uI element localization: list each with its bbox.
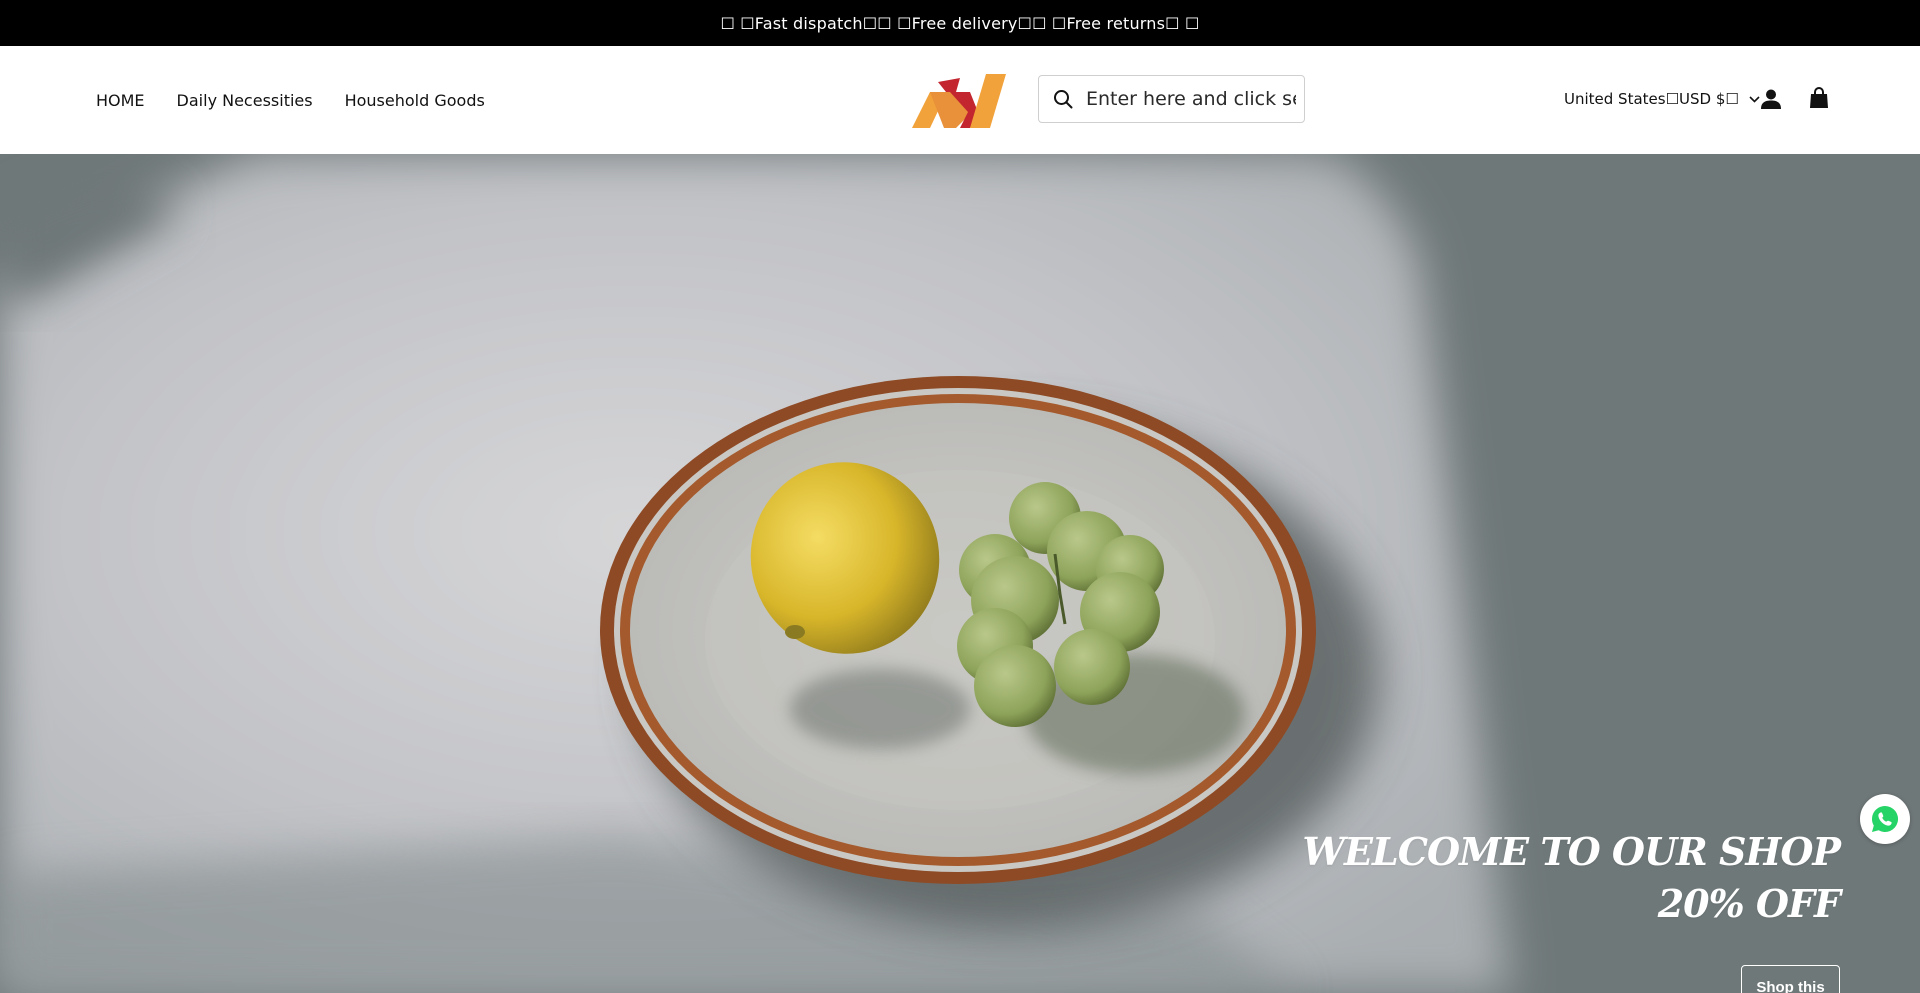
search-icon[interactable] bbox=[1053, 89, 1073, 109]
nav-item-household-goods[interactable]: Household Goods bbox=[345, 91, 485, 110]
hero-heading-line-1: WELCOME TO OUR SHOP bbox=[1302, 829, 1841, 874]
cart-icon[interactable] bbox=[1809, 87, 1829, 109]
hero-heading: WELCOME TO OUR SHOP 20% OFF bbox=[1302, 826, 1841, 930]
site-header: HOME Daily Necessities Household Goods U… bbox=[0, 46, 1920, 154]
announcement-text: ☐ ☐Fast dispatch☐☐ ☐Free delivery☐☐ ☐Fre… bbox=[720, 13, 1200, 33]
main-nav: HOME Daily Necessities Household Goods bbox=[96, 46, 517, 154]
chevron-down-icon bbox=[1749, 95, 1760, 103]
announcement-bar: ☐ ☐Fast dispatch☐☐ ☐Free delivery☐☐ ☐Fre… bbox=[0, 0, 1920, 46]
account-icon[interactable] bbox=[1760, 88, 1782, 110]
whatsapp-chat-button[interactable] bbox=[1860, 794, 1910, 844]
shop-this-button[interactable]: Shop this bbox=[1741, 965, 1840, 993]
hero-heading-line-2: 20% OFF bbox=[1657, 881, 1841, 926]
nav-item-daily-necessities[interactable]: Daily Necessities bbox=[177, 91, 313, 110]
search-input[interactable] bbox=[1086, 88, 1296, 110]
country-currency-selector[interactable]: United States☐USD $☐ bbox=[1564, 84, 1760, 114]
brand-logo[interactable] bbox=[912, 72, 1008, 128]
locale-label: United States☐USD $☐ bbox=[1564, 90, 1739, 108]
search-box bbox=[1038, 75, 1305, 123]
hero-banner: WELCOME TO OUR SHOP 20% OFF Shop this bbox=[0, 154, 1920, 993]
whatsapp-icon bbox=[1872, 806, 1899, 832]
nav-item-home[interactable]: HOME bbox=[96, 91, 145, 110]
